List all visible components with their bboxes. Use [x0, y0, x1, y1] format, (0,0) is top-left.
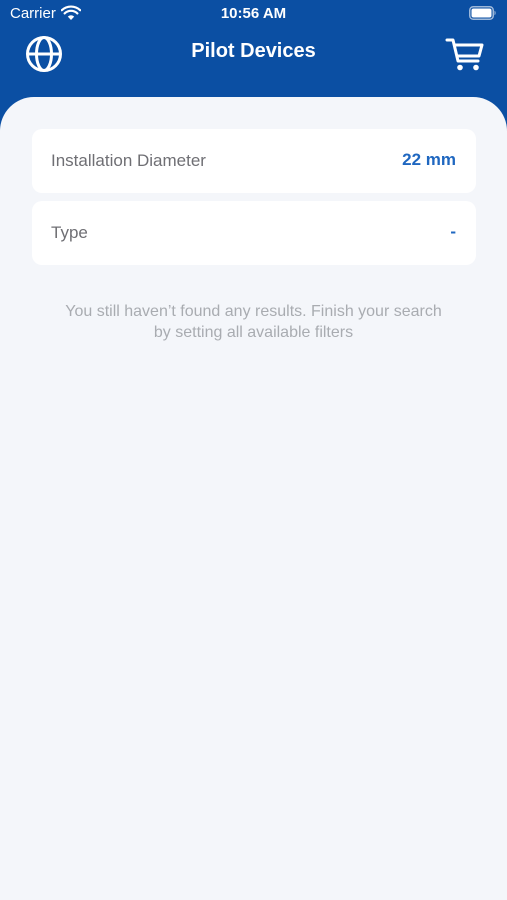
navigation-bar: Pilot Devices	[0, 28, 507, 78]
filter-label: Type	[51, 223, 88, 242]
status-time: 10:56 AM	[220, 5, 287, 22]
app-screen: Carrier 10:56 AM Pilot Devices Installat…	[0, 0, 507, 900]
page-title: Pilot Devices	[191, 40, 316, 62]
status-bar: Carrier 10:56 AM	[0, 0, 507, 28]
cart-icon	[445, 38, 484, 71]
filter-type[interactable]: Type -	[32, 201, 476, 265]
content-panel: Installation Diameter 22 mm Type - You s…	[0, 97, 507, 900]
empty-results-message: You still haven’t found any results. Fin…	[65, 303, 442, 341]
filter-value: -	[450, 222, 456, 241]
battery-icon	[469, 6, 496, 20]
cart-button[interactable]	[445, 34, 485, 74]
filter-value: 22 mm	[402, 150, 456, 169]
filter-installation-diameter[interactable]: Installation Diameter 22 mm	[32, 129, 476, 193]
filter-label: Installation Diameter	[51, 151, 206, 170]
